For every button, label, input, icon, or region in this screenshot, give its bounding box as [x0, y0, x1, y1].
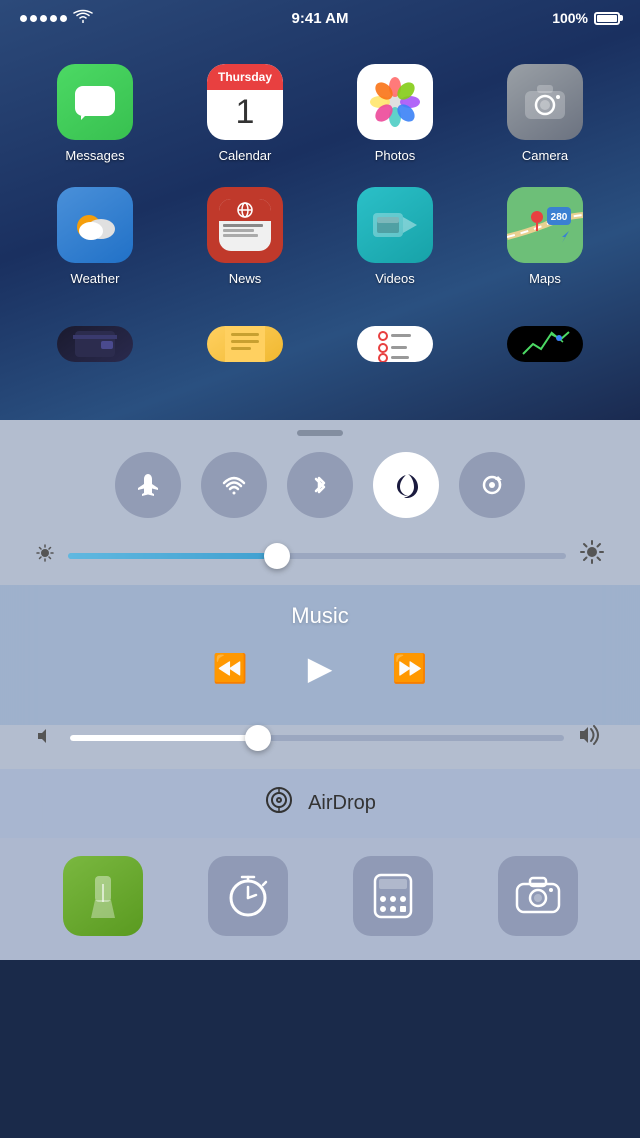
- timer-button[interactable]: [208, 856, 288, 936]
- wallet-icon: [57, 326, 133, 362]
- cc-toggles-row: [0, 442, 640, 534]
- battery-icon: [594, 12, 620, 25]
- rotation-lock-toggle[interactable]: [459, 452, 525, 518]
- app-stocks-partial: [470, 314, 620, 374]
- rewind-button[interactable]: ⏪: [213, 652, 248, 685]
- wifi-toggle[interactable]: [201, 452, 267, 518]
- app-wallet-partial: [20, 314, 170, 374]
- bluetooth-toggle[interactable]: [287, 452, 353, 518]
- svg-text:280: 280: [551, 212, 568, 223]
- calendar-label: Calendar: [219, 148, 272, 163]
- fast-forward-button[interactable]: ⏩: [392, 652, 427, 685]
- drag-handle: [297, 430, 343, 436]
- cc-handle[interactable]: [0, 420, 640, 442]
- app-notes-partial: [170, 314, 320, 374]
- status-time: 9:41 AM: [292, 10, 349, 27]
- volume-high-icon: [578, 725, 604, 751]
- videos-icon: [357, 187, 433, 263]
- weather-icon: [57, 187, 133, 263]
- wifi-status-icon: [73, 9, 93, 28]
- status-bar: 9:41 AM 100%: [0, 0, 640, 36]
- cc-bottom-buttons: [0, 838, 640, 960]
- calculator-button[interactable]: [353, 856, 433, 936]
- airplane-mode-toggle[interactable]: [115, 452, 181, 518]
- app-reminders-partial: [320, 314, 470, 374]
- calendar-icon: Thursday 1: [207, 64, 283, 140]
- control-center: Music ⏪ ▶ ⏩: [0, 420, 640, 960]
- app-videos[interactable]: Videos: [320, 175, 470, 298]
- battery-percent-label: 100%: [552, 10, 588, 26]
- news-label: News: [229, 271, 262, 286]
- app-messages[interactable]: Messages: [20, 52, 170, 175]
- app-weather[interactable]: Weather: [20, 175, 170, 298]
- reminders-icon: [357, 326, 433, 362]
- app-row3: [0, 314, 640, 374]
- brightness-control: [0, 534, 640, 585]
- brightness-slider[interactable]: [68, 553, 566, 559]
- app-grid: Messages Thursday 1 Calendar: [0, 36, 640, 314]
- signal-dot-3: [40, 15, 47, 22]
- brightness-low-icon: [36, 544, 54, 567]
- brightness-high-icon: [580, 540, 604, 571]
- calendar-day-num: 1: [236, 93, 255, 131]
- news-icon: [207, 187, 283, 263]
- volume-control: [0, 725, 640, 769]
- messages-label: Messages: [65, 148, 124, 163]
- videos-label: Videos: [375, 271, 415, 286]
- signal-dots: [20, 15, 67, 22]
- music-controls: ⏪ ▶ ⏩: [40, 649, 600, 687]
- stocks-icon: [507, 326, 583, 362]
- app-calendar[interactable]: Thursday 1 Calendar: [170, 52, 320, 175]
- home-screen: 9:41 AM 100% Messages Thursday: [0, 0, 640, 420]
- signal-dot-2: [30, 15, 37, 22]
- airdrop-icon: [264, 785, 294, 822]
- airdrop-section[interactable]: AirDrop: [0, 769, 640, 838]
- photos-icon: [357, 64, 433, 140]
- camera-icon: [507, 64, 583, 140]
- app-news[interactable]: News: [170, 175, 320, 298]
- signal-area: [20, 9, 93, 28]
- do-not-disturb-toggle[interactable]: [373, 452, 439, 518]
- camera-shortcut-button[interactable]: [498, 856, 578, 936]
- signal-dot-1: [20, 15, 27, 22]
- app-photos[interactable]: Photos: [320, 52, 470, 175]
- messages-icon: [57, 64, 133, 140]
- notes-icon: [207, 326, 283, 362]
- photos-label: Photos: [375, 148, 415, 163]
- app-camera[interactable]: Camera: [470, 52, 620, 175]
- battery-area: 100%: [552, 10, 620, 26]
- volume-low-icon: [36, 727, 56, 750]
- camera-label: Camera: [522, 148, 568, 163]
- airdrop-label: AirDrop: [308, 792, 376, 815]
- app-maps[interactable]: 280 Maps: [470, 175, 620, 298]
- calendar-day-name: Thursday: [218, 70, 272, 84]
- signal-dot-5: [60, 15, 67, 22]
- flashlight-button[interactable]: [63, 856, 143, 936]
- signal-dot-4: [50, 15, 57, 22]
- play-button[interactable]: ▶: [308, 649, 333, 687]
- weather-label: Weather: [71, 271, 120, 286]
- maps-icon: 280: [507, 187, 583, 263]
- volume-slider[interactable]: [70, 735, 564, 741]
- music-section: Music ⏪ ▶ ⏩: [0, 585, 640, 725]
- music-title: Music: [40, 603, 600, 629]
- maps-label: Maps: [529, 271, 561, 286]
